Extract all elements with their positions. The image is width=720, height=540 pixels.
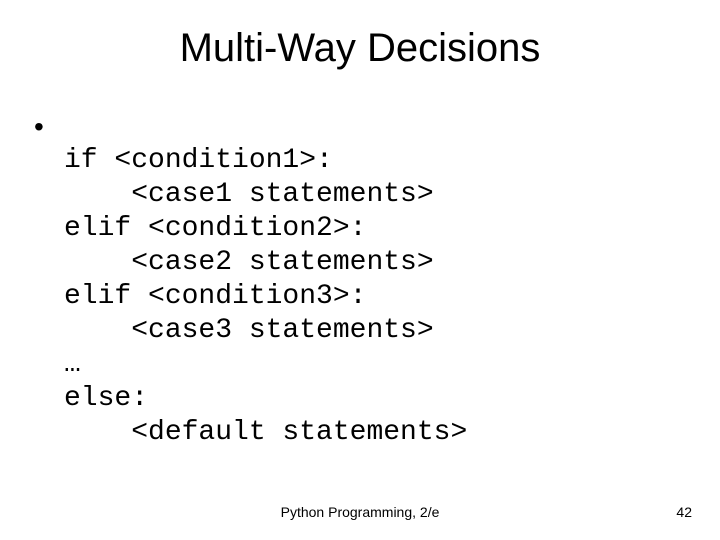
code-line: <case3 statements> — [64, 315, 434, 346]
page-number: 42 — [676, 504, 692, 520]
footer-text: Python Programming, 2/e — [0, 504, 720, 520]
code-line: elif <condition3>: — [64, 281, 366, 312]
code-block: if <condition1>: <case1 statements> elif… — [64, 110, 467, 450]
bullet-marker: • — [30, 110, 64, 144]
code-line: <default statements> — [64, 417, 467, 448]
code-line: <case2 statements> — [64, 247, 434, 278]
code-line: … — [64, 349, 81, 380]
code-line: elif <condition2>: — [64, 213, 366, 244]
code-line: if <condition1>: — [64, 145, 333, 176]
slide: Multi-Way Decisions • if <condition1>: <… — [0, 0, 720, 540]
code-line: <case1 statements> — [64, 179, 434, 210]
code-line: else: — [64, 383, 148, 414]
bullet-item: • if <condition1>: <case1 statements> el… — [30, 110, 690, 450]
slide-body: • if <condition1>: <case1 statements> el… — [30, 110, 690, 450]
slide-title: Multi-Way Decisions — [0, 26, 720, 71]
